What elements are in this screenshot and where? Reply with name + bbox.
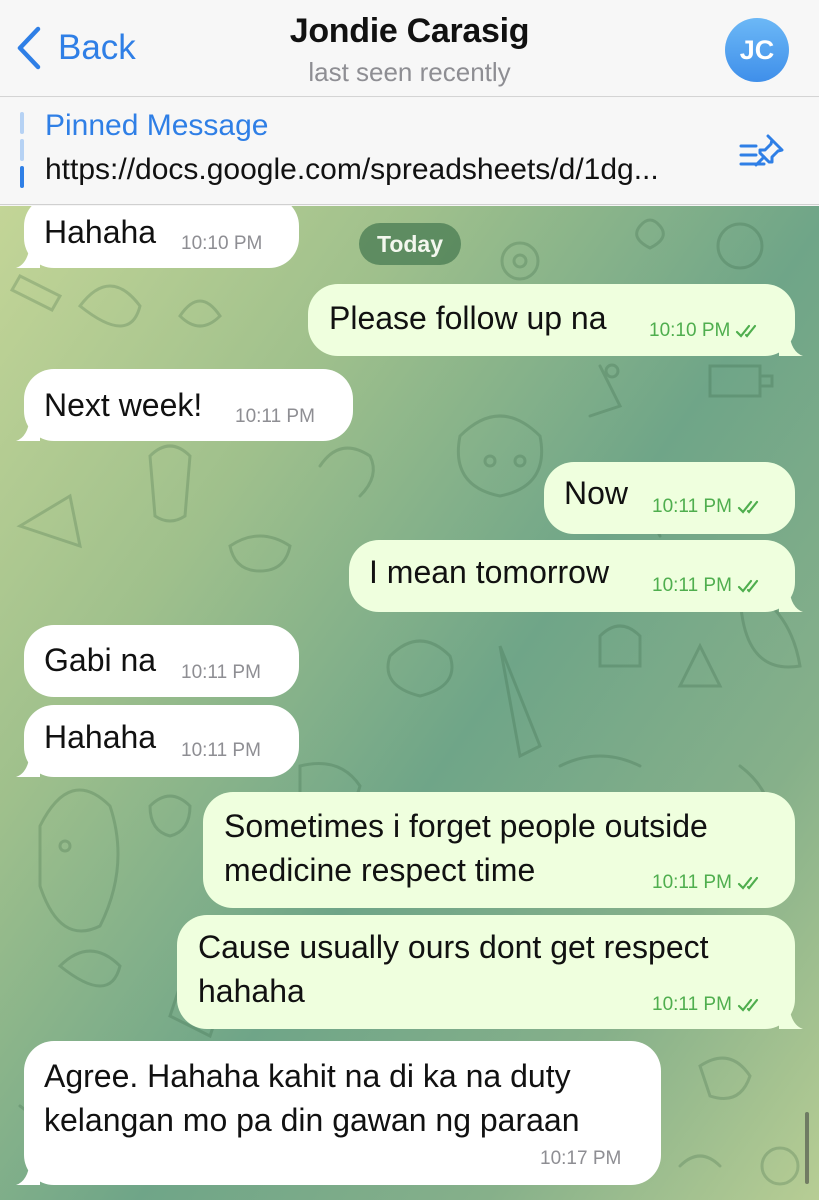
back-label: Back — [58, 28, 136, 67]
bubble-tail — [16, 1161, 40, 1185]
double-check-icon — [737, 876, 759, 890]
message-text: Gabi na — [44, 642, 157, 678]
pinned-message-label: Pinned Message — [45, 109, 269, 142]
message-bubble-outgoing[interactable]: Please follow up na 10:10 PM — [308, 284, 803, 356]
message-text-line: Cause usually ours dont get respect — [198, 929, 709, 965]
message-text: I mean tomorrow — [369, 554, 610, 590]
last-seen-status: last seen recently — [308, 57, 511, 87]
message-text: Now — [564, 475, 629, 511]
double-check-icon — [736, 324, 757, 338]
chat-area[interactable]: Today Hahaha 10:10 PM Please follow up n… — [0, 206, 819, 1200]
avatar[interactable]: JC — [725, 18, 789, 82]
message-status: 10:10 PM — [649, 320, 763, 342]
message-text-line: Sometimes i forget people outside — [224, 808, 708, 844]
message-status: 10:11 PM — [652, 575, 765, 597]
message-status: 10:11 PM — [652, 872, 765, 894]
date-separator: Today — [359, 223, 461, 265]
contact-name: Jondie Carasig — [289, 12, 530, 50]
message-bubble-outgoing[interactable]: Sometimes i forget people outside medici… — [203, 792, 795, 908]
message-time: 10:10 PM — [649, 320, 731, 341]
message-text-line: Agree. Hahaha kahit na di ka na duty — [44, 1058, 571, 1094]
message-time: 10:11 PM — [652, 575, 732, 596]
pinned-message-text: https://docs.google.com/spreadsheets/d/1… — [45, 153, 659, 186]
message-time: 10:11 PM — [181, 662, 261, 683]
message-status: 10:11 PM — [652, 994, 765, 1016]
message-time: 10:17 PM — [540, 1148, 622, 1169]
message-bubble-incoming[interactable]: Agree. Hahaha kahit na di ka na duty kel… — [16, 1041, 661, 1185]
message-bubble-incoming[interactable]: Hahaha 10:11 PM — [16, 705, 299, 777]
back-button[interactable]: Back — [14, 24, 136, 72]
message-text-line: kelangan mo pa din gawan ng paraan — [44, 1102, 580, 1138]
message-text: Hahaha — [44, 214, 157, 250]
message-text: Please follow up na — [329, 300, 607, 336]
message-time: 10:11 PM — [181, 740, 261, 761]
message-bubble-incoming[interactable]: Hahaha 10:10 PM — [16, 206, 299, 268]
message-time: 10:11 PM — [652, 872, 732, 893]
message-status: 10:11 PM — [652, 496, 765, 518]
message-time: 10:10 PM — [181, 233, 263, 254]
pinned-indicator — [20, 112, 24, 188]
message-time: 10:11 PM — [652, 496, 732, 517]
pin-list-icon[interactable] — [738, 132, 786, 172]
message-time: 10:11 PM — [235, 406, 315, 427]
chat-header: Back Jondie Carasig last seen recently J… — [0, 0, 819, 97]
double-check-icon — [737, 500, 759, 514]
message-text: Hahaha — [44, 719, 157, 755]
message-text-line: hahaha — [198, 973, 305, 1009]
message-bubble-incoming[interactable]: Next week! 10:11 PM — [16, 369, 353, 441]
message-bubble-outgoing[interactable]: Now 10:11 PM — [544, 462, 795, 534]
chevron-left-icon — [17, 26, 41, 70]
bubble-tail — [779, 332, 803, 356]
message-bubble-incoming[interactable]: Gabi na 10:11 PM — [24, 625, 299, 697]
double-check-icon — [737, 579, 759, 593]
double-check-icon — [737, 998, 759, 1012]
contact-info[interactable]: Jondie Carasig last seen recently — [200, 12, 619, 88]
bubble-tail — [779, 588, 803, 612]
bubble-tail — [779, 1005, 803, 1029]
message-text: Next week! — [44, 387, 203, 423]
scrollbar[interactable] — [805, 1112, 809, 1184]
message-bubble-outgoing[interactable]: I mean tomorrow 10:11 PM — [349, 540, 803, 612]
message-bubble-outgoing[interactable]: Cause usually ours dont get respect haha… — [177, 915, 803, 1029]
bubble-tail — [16, 417, 40, 441]
pinned-message-bar[interactable]: Pinned Message https://docs.google.com/s… — [0, 98, 819, 205]
message-text-line: medicine respect time — [224, 852, 536, 888]
bubble-tail — [16, 753, 40, 777]
message-time: 10:11 PM — [652, 994, 732, 1015]
bubble-tail — [16, 244, 40, 268]
